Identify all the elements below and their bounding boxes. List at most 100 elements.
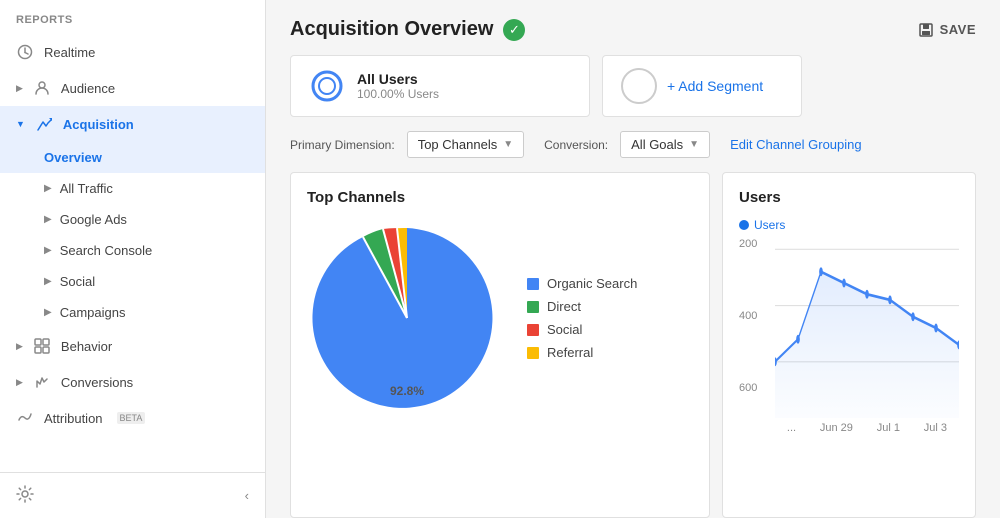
acquisition-icon: [35, 115, 53, 133]
dropdown-arrow-icon: ▼: [689, 139, 699, 150]
conversions-icon: [33, 373, 51, 391]
sidebar-item-realtime[interactable]: Realtime: [0, 34, 265, 70]
sidebar-item-conversions-label: Conversions: [61, 375, 133, 390]
sidebar-sub-overview-label: Overview: [44, 150, 102, 165]
top-channels-title: Top Channels: [307, 189, 693, 206]
top-channels-card: Top Channels: [290, 172, 710, 518]
sidebar-sub-campaigns[interactable]: ▶ Campaigns: [0, 297, 265, 328]
sidebar-sub-all-traffic[interactable]: ▶ All Traffic: [0, 173, 265, 204]
header-left: Acquisition Overview ✓: [290, 18, 525, 41]
conversion-select[interactable]: All Goals ▼: [620, 131, 710, 158]
sidebar-item-realtime-label: Realtime: [44, 45, 95, 60]
chevron-right-icon: ▶: [16, 83, 23, 94]
segment-sub: 100.00% Users: [357, 87, 439, 101]
save-label: SAVE: [940, 22, 976, 37]
x-axis: ... Jun 29 Jul 1 Jul 3: [739, 422, 959, 434]
legend-social: Social: [527, 322, 637, 337]
main-content: Acquisition Overview ✓ SAVE All Users 10…: [266, 0, 1000, 518]
pie-percentage-label: 92.8%: [390, 384, 424, 398]
sidebar-sub-social-label: Social: [60, 274, 95, 289]
chevron-right-icon: ▶: [44, 214, 52, 225]
sidebar-sub-search-console-label: Search Console: [60, 243, 153, 258]
gear-icon[interactable]: [16, 485, 34, 506]
sidebar: REPORTS Realtime ▶ Audience ▼ Acquisitio…: [0, 0, 266, 518]
sidebar-item-conversions[interactable]: ▶ Conversions: [0, 364, 265, 400]
sidebar-item-attribution-label: Attribution: [44, 411, 103, 426]
primary-dimension-label: Primary Dimension:: [290, 138, 395, 152]
legend-dot-organic: [527, 278, 539, 290]
segment-name: All Users: [357, 71, 439, 87]
dropdown-arrow-icon: ▼: [503, 139, 513, 150]
sidebar-sub-google-ads-label: Google Ads: [60, 212, 127, 227]
sidebar-item-behavior[interactable]: ▶ Behavior: [0, 328, 265, 364]
legend-dot-social: [527, 324, 539, 336]
users-chart-card: Users Users 600 400 200: [722, 172, 976, 518]
users-series-label: Users: [739, 218, 959, 232]
segments-row: All Users 100.00% Users + Add Segment: [266, 55, 1000, 131]
users-chart-title: Users: [739, 189, 959, 206]
sidebar-sub-overview[interactable]: Overview: [0, 142, 265, 173]
chevron-right-icon: ▶: [44, 307, 52, 318]
sidebar-sub-search-console[interactable]: ▶ Search Console: [0, 235, 265, 266]
y-label-400: 400: [739, 310, 769, 322]
legend-referral: Referral: [527, 345, 637, 360]
all-users-segment[interactable]: All Users 100.00% Users: [290, 55, 590, 117]
conversion-value: All Goals: [631, 137, 683, 152]
x-label-ellipsis: ...: [787, 422, 796, 434]
legend-dot-referral: [527, 347, 539, 359]
legend-referral-label: Referral: [547, 345, 593, 360]
legend-direct-label: Direct: [547, 299, 581, 314]
page-title: Acquisition Overview: [290, 18, 493, 41]
y-label-600: 600: [739, 382, 769, 394]
y-axis: 600 400 200: [739, 238, 769, 394]
legend-organic: Organic Search: [527, 276, 637, 291]
legend-dot-direct: [527, 301, 539, 313]
sidebar-sub-google-ads[interactable]: ▶ Google Ads: [0, 204, 265, 235]
sidebar-item-behavior-label: Behavior: [61, 339, 112, 354]
sidebar-item-audience-label: Audience: [61, 81, 115, 96]
person-icon: [33, 79, 51, 97]
edit-channel-grouping-link[interactable]: Edit Channel Grouping: [730, 137, 862, 152]
save-button[interactable]: SAVE: [918, 22, 976, 38]
sidebar-sub-all-traffic-label: All Traffic: [60, 181, 113, 196]
line-svg: [775, 238, 959, 418]
x-label-jun29: Jun 29: [820, 422, 853, 434]
sidebar-item-audience[interactable]: ▶ Audience: [0, 70, 265, 106]
charts-row: Top Channels: [266, 172, 1000, 518]
add-segment-label: + Add Segment: [667, 78, 763, 94]
add-segment-ring: [621, 68, 657, 104]
sidebar-item-acquisition[interactable]: ▼ Acquisition: [0, 106, 265, 142]
chevron-right-icon: ▶: [44, 183, 52, 194]
sidebar-sub-social[interactable]: ▶ Social: [0, 266, 265, 297]
legend-direct: Direct: [527, 299, 637, 314]
legend-social-label: Social: [547, 322, 582, 337]
pie-area: 92.8% Organic Search Direct Social: [307, 218, 693, 418]
sidebar-sub-campaigns-label: Campaigns: [60, 305, 126, 320]
x-label-jul1: Jul 1: [877, 422, 900, 434]
add-segment-button[interactable]: + Add Segment: [602, 55, 802, 117]
line-chart-area: 600 400 200: [739, 238, 959, 418]
reports-label: REPORTS: [0, 0, 265, 34]
sidebar-item-acquisition-label: Acquisition: [63, 117, 134, 132]
line-svg-container: [775, 238, 959, 418]
dimension-row: Primary Dimension: Top Channels ▼ Conver…: [266, 131, 1000, 172]
verified-icon: ✓: [503, 19, 525, 41]
collapse-icon[interactable]: ‹: [245, 488, 249, 503]
attribution-icon: [16, 409, 34, 427]
conversion-label: Conversion:: [544, 138, 608, 152]
chevron-right-icon: ▶: [44, 245, 52, 256]
clock-icon: [16, 43, 34, 61]
segment-ring-icon: [309, 68, 345, 104]
chevron-right-icon: ▶: [44, 276, 52, 287]
sidebar-item-attribution[interactable]: Attribution BETA: [0, 400, 265, 436]
chevron-right-icon: ▶: [16, 377, 23, 388]
legend-organic-label: Organic Search: [547, 276, 637, 291]
x-label-jul3: Jul 3: [924, 422, 947, 434]
beta-badge: BETA: [117, 412, 146, 424]
pie-chart: 92.8%: [307, 218, 507, 418]
behavior-icon: [33, 337, 51, 355]
sidebar-bottom: ‹: [0, 472, 265, 518]
segment-info: All Users 100.00% Users: [357, 71, 439, 101]
chevron-right-icon: ▶: [16, 341, 23, 352]
primary-dimension-select[interactable]: Top Channels ▼: [407, 131, 524, 158]
